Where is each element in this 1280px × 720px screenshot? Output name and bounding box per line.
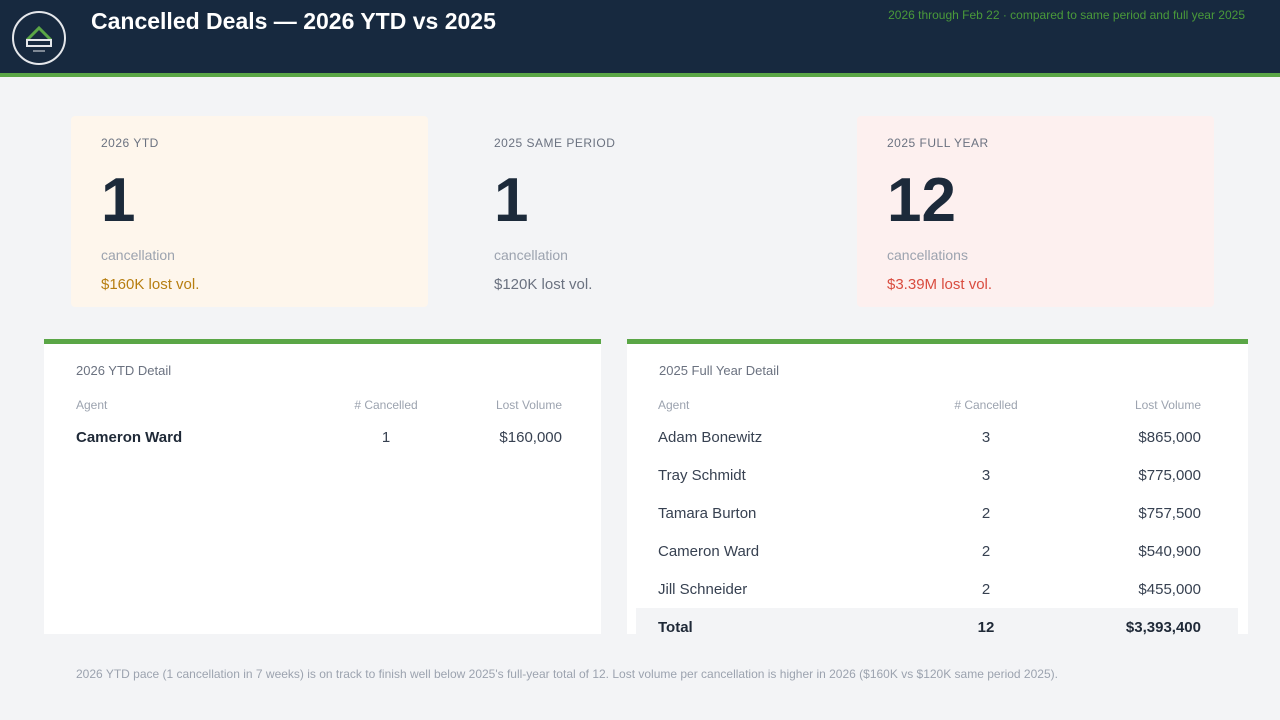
card-unit: cancellations — [887, 247, 968, 263]
column-header-cancelled: # Cancelled — [954, 398, 1018, 412]
agent-cell: Cameron Ward — [658, 542, 760, 560]
agent-cell: Tamara Burton — [658, 504, 757, 522]
footnote: 2026 YTD pace (1 cancellation in 7 weeks… — [76, 667, 1058, 681]
cancelled-count-cell: 3 — [981, 466, 991, 484]
panel-title: 2025 Full Year Detail — [659, 363, 779, 378]
page-subtitle: 2026 through Feb 22 · compared to same p… — [888, 8, 1245, 22]
ytd-detail-table: Agent # Cancelled Lost Volume Cameron Wa… — [76, 392, 562, 456]
full-year-detail-table: Agent # Cancelled Lost Volume Adam Bonew… — [636, 392, 1238, 646]
cancelled-count-cell: 2 — [981, 580, 991, 598]
lost-volume-cell: $775,000 — [1138, 466, 1201, 484]
card-lost-volume: $120K lost vol. — [494, 276, 593, 293]
table-header-row: Agent # Cancelled Lost Volume — [636, 392, 1238, 418]
column-header-agent: Agent — [76, 398, 108, 412]
table-row: Cameron Ward 1 $160,000 — [76, 418, 562, 456]
cancelled-count-cell: 1 — [381, 428, 391, 446]
column-header-lost-volume: Lost Volume — [1134, 398, 1201, 412]
card-label: 2025 SAME PERIOD — [494, 136, 616, 150]
house-logo-icon — [12, 11, 66, 65]
total-lost-volume-cell: $3,393,400 — [1096, 608, 1238, 646]
table-row: Tray Schmidt 3 $775,000 — [636, 456, 1238, 494]
cancelled-count-cell: 2 — [981, 504, 991, 522]
table-row: Adam Bonewitz 3 $865,000 — [636, 418, 1238, 456]
page-title: Cancelled Deals — 2026 YTD vs 2025 — [91, 8, 496, 34]
panel-title: 2026 YTD Detail — [76, 363, 172, 378]
column-header-agent: Agent — [658, 398, 690, 412]
card-value: 1 — [494, 166, 529, 235]
card-value: 1 — [101, 166, 136, 235]
agent-cell: Adam Bonewitz — [658, 428, 763, 446]
table-row: Cameron Ward 2 $540,900 — [636, 532, 1238, 570]
card-unit: cancellation — [101, 247, 175, 263]
cancelled-count-cell: 2 — [981, 542, 991, 560]
table-row: Jill Schneider 2 $455,000 — [636, 570, 1238, 608]
total-row: Total 12 $3,393,400 — [636, 608, 1238, 646]
card-label: 2026 YTD — [101, 136, 159, 150]
ytd-detail-panel: 2026 YTD Detail Agent # Cancelled Lost V… — [44, 339, 601, 634]
total-count-cell: 12 — [876, 608, 1096, 646]
card-unit: cancellation — [494, 247, 568, 263]
full-year-summary-card: 2025 FULL YEAR 12 cancellations $3.39M l… — [857, 116, 1214, 307]
lost-volume-cell: $540,900 — [1138, 542, 1201, 560]
card-lost-volume: $3.39M lost vol. — [887, 276, 993, 293]
agent-cell: Tray Schmidt — [658, 466, 746, 484]
same-period-summary-card: 2025 SAME PERIOD 1 cancellation $120K lo… — [464, 116, 821, 307]
agent-cell: Cameron Ward — [76, 428, 183, 446]
lost-volume-cell: $455,000 — [1138, 580, 1201, 598]
lost-volume-cell: $757,500 — [1138, 504, 1201, 522]
column-header-cancelled: # Cancelled — [354, 398, 418, 412]
column-header-lost-volume: Lost Volume — [495, 398, 562, 412]
total-label-cell: Total — [636, 608, 876, 646]
card-value: 12 — [887, 166, 956, 235]
table-header-row: Agent # Cancelled Lost Volume — [76, 392, 562, 418]
full-year-detail-panel: 2025 Full Year Detail Agent # Cancelled … — [627, 339, 1248, 646]
ytd-summary-card: 2026 YTD 1 cancellation $160K lost vol. — [71, 116, 428, 307]
lost-volume-cell: $160,000 — [499, 428, 562, 446]
table-row: Tamara Burton 2 $757,500 — [636, 494, 1238, 532]
agent-cell: Jill Schneider — [658, 580, 748, 598]
card-lost-volume: $160K lost vol. — [101, 276, 200, 293]
cancelled-count-cell: 3 — [981, 428, 991, 446]
card-label: 2025 FULL YEAR — [887, 136, 989, 150]
page-header: Cancelled Deals — 2026 YTD vs 2025 2026 … — [0, 0, 1280, 77]
lost-volume-cell: $865,000 — [1138, 428, 1201, 446]
